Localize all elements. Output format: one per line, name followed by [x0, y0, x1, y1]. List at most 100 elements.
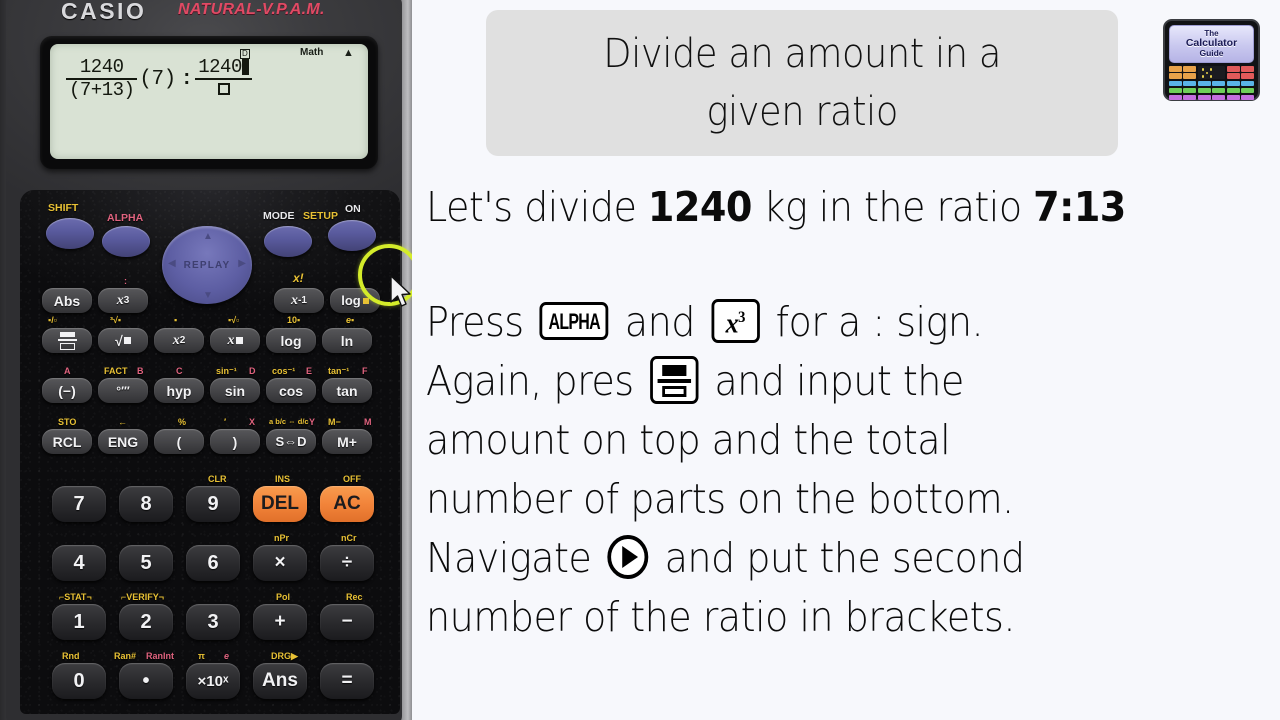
- key-equals[interactable]: =: [320, 663, 374, 699]
- key-ac[interactable]: AC: [320, 486, 374, 522]
- key-secondary-clr: CLR: [208, 474, 227, 484]
- fraction-one-numerator: 1240: [79, 56, 124, 78]
- lesson-line-2: Press ALPHA and x3 for a : sign.: [426, 298, 984, 346]
- key-secondary-a: A: [64, 366, 71, 376]
- lesson-line-5: number of parts on the bottom.: [426, 475, 1014, 523]
- fraction-two-denominator: [215, 80, 233, 100]
- lesson-title-line-1: Divide an amount in a: [603, 31, 1001, 77]
- lcd-bezel: D Math ▲ 1240 (7+13) (7) : 1240: [40, 36, 378, 169]
- key-secondary-rnd: Rnd: [62, 651, 80, 661]
- key-x-cubed[interactable]: x3: [98, 288, 148, 313]
- display-fraction-two: 1240: [195, 58, 252, 100]
- key-7[interactable]: 7: [52, 486, 106, 522]
- lesson-line-3: Again, pres and input the: [426, 356, 964, 405]
- key-secondary-ran: Ran#: [114, 651, 137, 661]
- replay-left-arrow-icon[interactable]: ◀: [168, 258, 176, 269]
- key-tan[interactable]: tan: [322, 378, 372, 403]
- key-fraction[interactable]: [42, 328, 92, 353]
- key-degrees-minutes-seconds[interactable]: °′″: [98, 378, 148, 403]
- key-close-paren[interactable]: ): [210, 429, 260, 454]
- key-multiply[interactable]: ×: [253, 545, 307, 581]
- key-del[interactable]: DEL: [253, 486, 307, 522]
- lesson-title: Divide an amount in a given ratio: [603, 25, 1001, 141]
- display-ratio-colon: :: [180, 67, 193, 91]
- key-abs[interactable]: Abs: [42, 288, 92, 313]
- key-times-ten-power[interactable]: ×10ˣ: [186, 663, 240, 699]
- display-indicator-math: Math: [300, 47, 324, 58]
- key-negative[interactable]: (−): [42, 378, 92, 403]
- key-log[interactable]: log: [266, 328, 316, 353]
- key-secondary-colon: :: [124, 276, 127, 286]
- key-secondary-nth-root: ▪√▫: [228, 315, 240, 325]
- shift-key[interactable]: [46, 218, 94, 249]
- key-open-paren[interactable]: (: [154, 429, 204, 454]
- key-secondary-ten-power: 10▪: [287, 315, 301, 325]
- alpha-key[interactable]: [102, 226, 150, 257]
- key-secondary-percent: %: [178, 417, 187, 427]
- key-eng[interactable]: ENG: [98, 429, 148, 454]
- on-key[interactable]: [328, 220, 376, 251]
- key-divide[interactable]: ÷: [320, 545, 374, 581]
- key-plus[interactable]: +: [253, 604, 307, 640]
- replay-pad[interactable]: REPLAY ▲ ▼ ◀ ▶: [162, 226, 252, 304]
- key-secondary-pi: π: [198, 651, 205, 661]
- logo-key-grid: [1169, 66, 1254, 100]
- key-secondary-pol: Pol: [276, 592, 291, 602]
- display-cursor: [241, 59, 249, 75]
- key-hyp[interactable]: hyp: [154, 378, 204, 403]
- calculator-body: CASIO NATURAL-V.P.A.M. D Math ▲ 1240 (7+…: [6, 0, 412, 720]
- key-secondary-npr: nPr: [274, 533, 290, 543]
- mode-setup-key[interactable]: [264, 226, 312, 257]
- key-rcl[interactable]: RCL: [42, 429, 92, 454]
- key-secondary-ncr: nCr: [341, 533, 357, 543]
- key-0[interactable]: 0: [52, 663, 106, 699]
- key-secondary-e: E: [306, 366, 313, 376]
- mode-label: MODE: [263, 210, 295, 222]
- key-secondary-mixed-improper: a b/c ⇔ d/c: [269, 417, 309, 426]
- lesson-line-7: number of the ratio in brackets.: [426, 593, 1015, 641]
- key-6[interactable]: 6: [186, 545, 240, 581]
- display-indicator-scroll: ▲: [343, 47, 354, 59]
- key-secondary-y-var: Y: [309, 417, 316, 427]
- alpha-key-chip-icon: ALPHA: [539, 302, 609, 340]
- empty-box-glyph: [217, 83, 230, 95]
- natural-vpam-label: NATURAL-V.P.A.M.: [178, 1, 325, 18]
- key-s-to-d[interactable]: S⇔D: [266, 429, 316, 454]
- key-memory-plus[interactable]: M+: [322, 429, 372, 454]
- lesson-body-text: Let's divide 1240 kg in the ratio 7:13 P…: [426, 178, 1220, 647]
- key-secondary-drg: DRG▶: [271, 651, 298, 661]
- key-secondary-asin: sin⁻¹: [216, 366, 237, 376]
- key-ln[interactable]: ln: [322, 328, 372, 353]
- replay-down-arrow-icon[interactable]: ▼: [203, 290, 213, 301]
- key-secondary-euler: e: [224, 651, 230, 661]
- key-sin[interactable]: sin: [210, 378, 260, 403]
- logo-title-plate: The Calculator Guide: [1169, 25, 1254, 63]
- key-secondary-left-arrow: ←: [118, 417, 127, 427]
- mouse-cursor-icon: [390, 275, 411, 307]
- key-1[interactable]: 1: [52, 604, 106, 640]
- calculator-display: D Math ▲ 1240 (7+13) (7) : 1240: [50, 44, 368, 159]
- key-3[interactable]: 3: [186, 604, 240, 640]
- lesson-line-4: amount on top and the total: [426, 416, 951, 464]
- lesson-title-line-2: given ratio: [706, 89, 898, 135]
- key-x-power[interactable]: x: [210, 328, 260, 353]
- key-secondary-factorial: x!: [293, 271, 304, 285]
- key-9[interactable]: 9: [186, 486, 240, 522]
- amount-value: 1240: [647, 183, 752, 231]
- key-8[interactable]: 8: [119, 486, 173, 522]
- key-2[interactable]: 2: [119, 604, 173, 640]
- replay-up-arrow-icon[interactable]: ▲: [203, 231, 213, 242]
- key-secondary-atan: tan⁻¹: [328, 366, 350, 376]
- key-ans[interactable]: Ans: [253, 663, 307, 699]
- key-x-squared[interactable]: x2: [154, 328, 204, 353]
- key-secondary-c: C: [176, 366, 183, 376]
- key-square-root[interactable]: √: [98, 328, 148, 353]
- key-5[interactable]: 5: [119, 545, 173, 581]
- key-4[interactable]: 4: [52, 545, 106, 581]
- fraction-key-icon: [57, 331, 77, 350]
- key-decimal-point[interactable]: •: [119, 663, 173, 699]
- key-cos[interactable]: cos: [266, 378, 316, 403]
- key-minus[interactable]: −: [320, 604, 374, 640]
- key-x-inverse[interactable]: x -1: [274, 288, 324, 313]
- replay-right-arrow-icon[interactable]: ▶: [238, 258, 246, 269]
